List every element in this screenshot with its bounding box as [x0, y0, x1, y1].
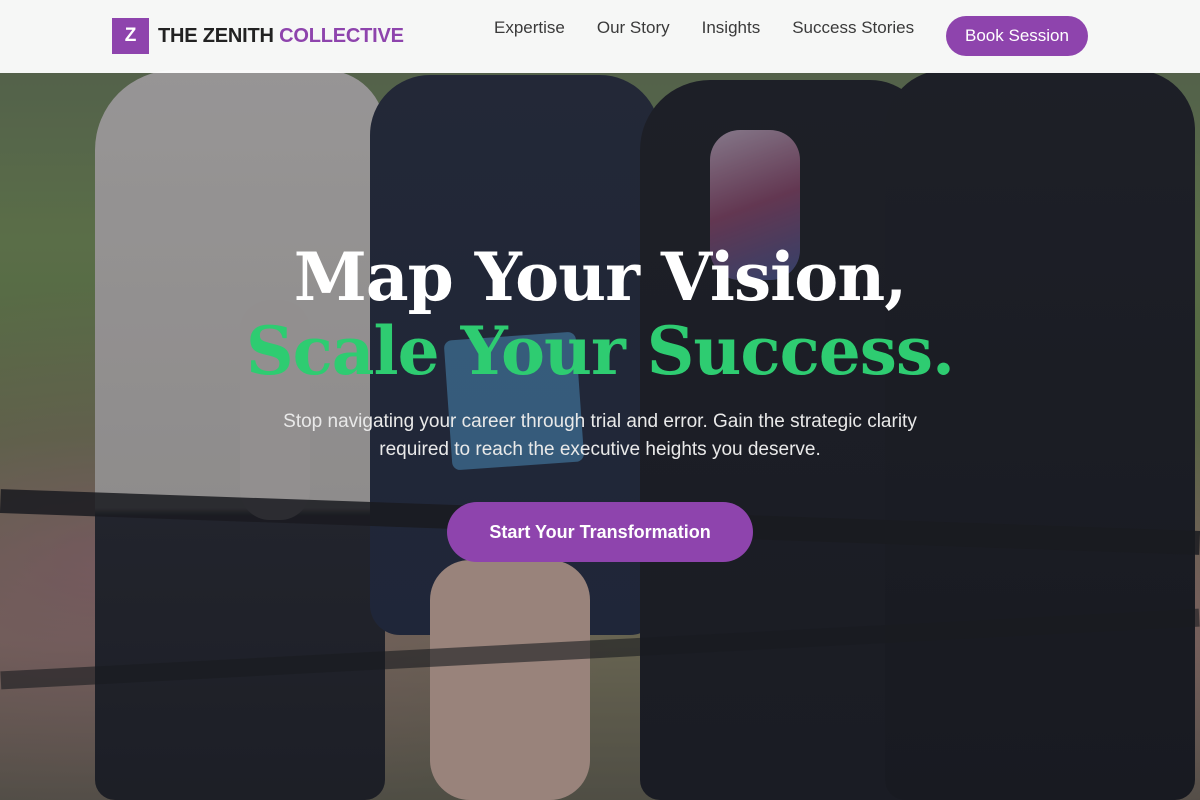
hero-section: Map Your Vision, Scale Your Success. Sto…: [0, 238, 1200, 464]
brand-name-primary: THE ZENITH: [158, 24, 274, 47]
hero-headline: Map Your Vision, Scale Your Success.: [0, 238, 1200, 386]
brand-name: THE ZENITH COLLECTIVE: [158, 25, 404, 48]
nav-link-success-stories[interactable]: Success Stories: [792, 18, 914, 38]
hero-headline-line1: Map Your Vision,: [293, 238, 907, 316]
nav-link-our-story[interactable]: Our Story: [597, 18, 670, 38]
book-session-button[interactable]: Book Session: [946, 16, 1088, 56]
top-navbar: Z THE ZENITH COLLECTIVE Expertise Our St…: [0, 0, 1200, 73]
brand-name-accent: COLLECTIVE: [279, 24, 404, 47]
nav-link-expertise[interactable]: Expertise: [494, 18, 565, 38]
start-transformation-button[interactable]: Start Your Transformation: [447, 502, 753, 562]
hero-headline-line2: Scale Your Success.: [245, 312, 955, 390]
brand-mark-icon: Z: [112, 18, 149, 54]
nav-link-insights[interactable]: Insights: [702, 18, 761, 38]
brand-logo[interactable]: Z THE ZENITH COLLECTIVE: [112, 18, 404, 54]
hero-subtext: Stop navigating your career through tria…: [283, 411, 917, 460]
main-nav: Expertise Our Story Insights Success Sto…: [494, 18, 946, 38]
